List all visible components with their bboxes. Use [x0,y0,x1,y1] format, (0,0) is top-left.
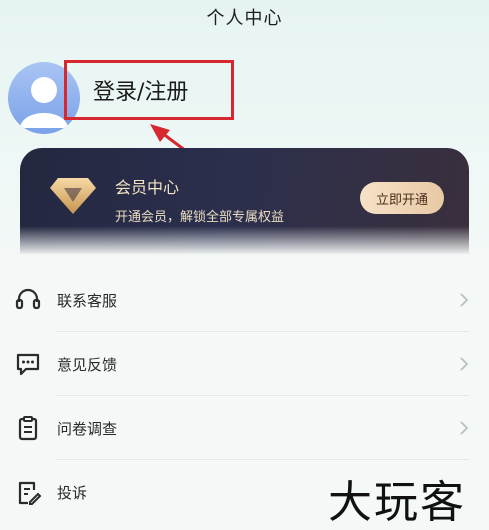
headset-icon [15,288,41,310]
login-register-link[interactable]: 登录/注册 [64,60,234,120]
chevron-right-icon [460,421,469,435]
activate-vip-button[interactable]: 立即开通 [360,182,444,214]
chevron-right-icon [460,293,469,307]
vip-card[interactable]: 会员中心 开通会员，解锁全部专属权益 立即开通 [20,148,469,254]
menu-item-label: 意见反馈 [57,355,118,374]
feedback-chat-icon [16,353,40,376]
complaint-edit-icon [18,481,42,505]
menu-item-feedback[interactable]: 意见反馈 [0,332,489,396]
page-title: 个人中心 [206,8,283,29]
chevron-right-icon [460,357,469,371]
watermark-text: 大玩客 [328,477,466,528]
menu-item-label: 联系客服 [57,291,118,310]
login-register-label: 登录/注册 [93,80,189,105]
menu-item-contact-support[interactable]: 联系客服 [0,268,489,332]
card-fade [20,226,469,254]
menu-item-label: 问卷调查 [57,419,118,438]
menu-item-survey[interactable]: 问卷调查 [0,396,489,460]
vip-subtitle: 开通会员，解锁全部专属权益 [115,210,285,225]
clipboard-icon [18,416,38,441]
diamond-icon [50,178,96,214]
menu-item-label: 投诉 [57,483,88,502]
vip-title: 会员中心 [115,178,180,197]
